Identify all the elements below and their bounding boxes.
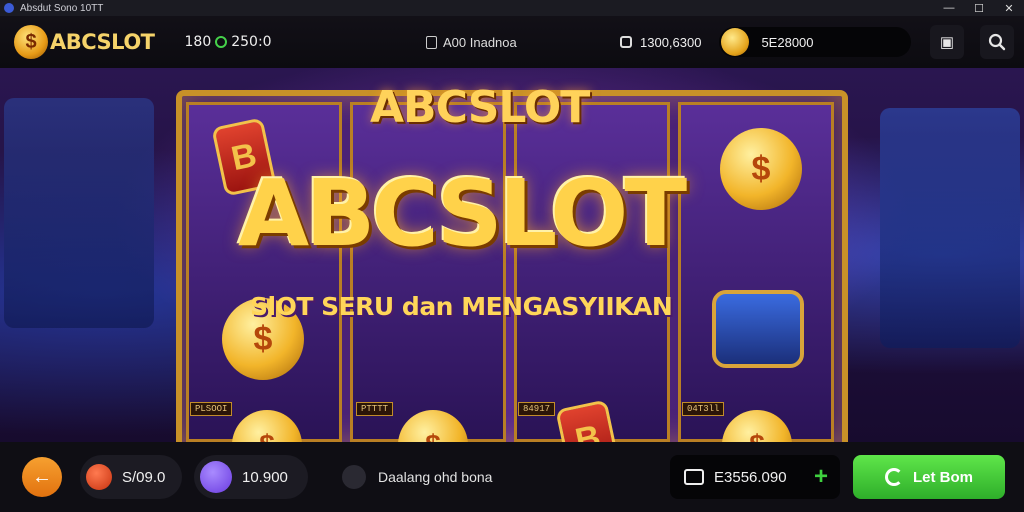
play-button-label: Let Bom [913, 468, 973, 486]
header-balance: 180 250:0 [185, 34, 272, 50]
nav-item-label: A00 Inadnoa [443, 34, 517, 50]
reel-label-2: PTTTT [356, 402, 394, 416]
banner-title: ABCSLOT [238, 160, 687, 267]
reel-label-4: 04T3ll [682, 402, 725, 416]
timer: 1300,6300 [620, 35, 701, 50]
timer-value: 1300,6300 [640, 34, 702, 50]
chat-icon [200, 461, 232, 493]
back-arrow-icon: ← [32, 465, 52, 488]
status-dot-icon [342, 465, 366, 489]
wallet-balance[interactable]: E3556.090 + [670, 455, 840, 499]
search-icon [988, 33, 1006, 51]
robot-mascot-icon [712, 290, 804, 368]
reel-label-3: 84917 [518, 402, 556, 416]
status-indicator: Daalang ohd bona [342, 465, 492, 489]
app-icon [4, 3, 14, 13]
status-ring-icon [215, 36, 228, 48]
add-funds-icon[interactable]: + [814, 463, 828, 491]
window-controls: — ☐ ✕ [934, 2, 1024, 15]
brand-logo[interactable]: $ ABCSLOT [14, 25, 155, 59]
bottom-bar: ← S/09.0 10.900 Daalang ohd bona E3556.0… [0, 442, 1024, 512]
refresh-icon [885, 468, 903, 486]
bet-value: S/09.0 [122, 468, 166, 486]
wallet-icon [684, 469, 704, 485]
gold-coin-icon: $ [720, 128, 802, 210]
banner-small-logo: ABCSLOT [370, 82, 590, 133]
nav-item[interactable]: A00 Inadnoa [426, 35, 517, 50]
rocket-icon [86, 464, 112, 490]
back-button[interactable]: ← [22, 457, 62, 497]
arcade-machine-left [4, 98, 154, 328]
status-text: Daalang ohd bona [378, 469, 493, 485]
reel-label-1: PLSOOI [190, 402, 233, 416]
coin-balance-pill[interactable]: 5E28000 [719, 27, 912, 57]
calendar-icon: ▣ [939, 34, 955, 51]
top-header: $ ABCSLOT 180 250:0 A00 Inadnoa 1300,630… [0, 16, 1024, 68]
spins-pill[interactable]: 10.900 [194, 455, 308, 499]
slot-reel-2 [350, 102, 506, 442]
logo-coin-icon: $ [14, 25, 48, 59]
hero-banner[interactable]: B B $ $ $ $ $ ABCSLOT ABCSLOT SlOT SERU … [0, 68, 1024, 442]
slot-reel-3 [514, 102, 670, 442]
gold-coin-icon [721, 28, 750, 56]
banner-tagline: SlOT SERU dan MENGASYIIKAN [250, 292, 673, 321]
spins-value: 10.900 [242, 468, 288, 486]
document-icon [426, 35, 437, 49]
header-right: 1300,6300 5E28000 [620, 27, 912, 57]
close-button[interactable]: ✕ [994, 2, 1024, 15]
logo-text: ABCSLOT [50, 30, 155, 54]
search-button[interactable] [980, 25, 1014, 59]
play-button[interactable]: Let Bom [853, 455, 1005, 499]
bet-pill[interactable]: S/09.0 [80, 455, 182, 499]
window-title: Absdut Sono 10TT [20, 2, 104, 14]
arcade-machine-right [880, 108, 1020, 348]
balance-suffix: 250:0 [231, 34, 272, 50]
wallet-value: E3556.090 [714, 468, 787, 486]
maximize-button[interactable]: ☐ [964, 2, 994, 15]
minimize-button[interactable]: — [934, 2, 964, 15]
coin-balance-value: 5E28000 [761, 34, 814, 50]
window-titlebar: Absdut Sono 10TT — ☐ ✕ [0, 0, 1024, 16]
calendar-button[interactable]: ▣ [930, 25, 964, 59]
lock-icon [620, 36, 632, 48]
app-window: Absdut Sono 10TT — ☐ ✕ $ ABCSLOT 180 250… [0, 0, 1024, 512]
balance-value: 180 [184, 34, 212, 50]
